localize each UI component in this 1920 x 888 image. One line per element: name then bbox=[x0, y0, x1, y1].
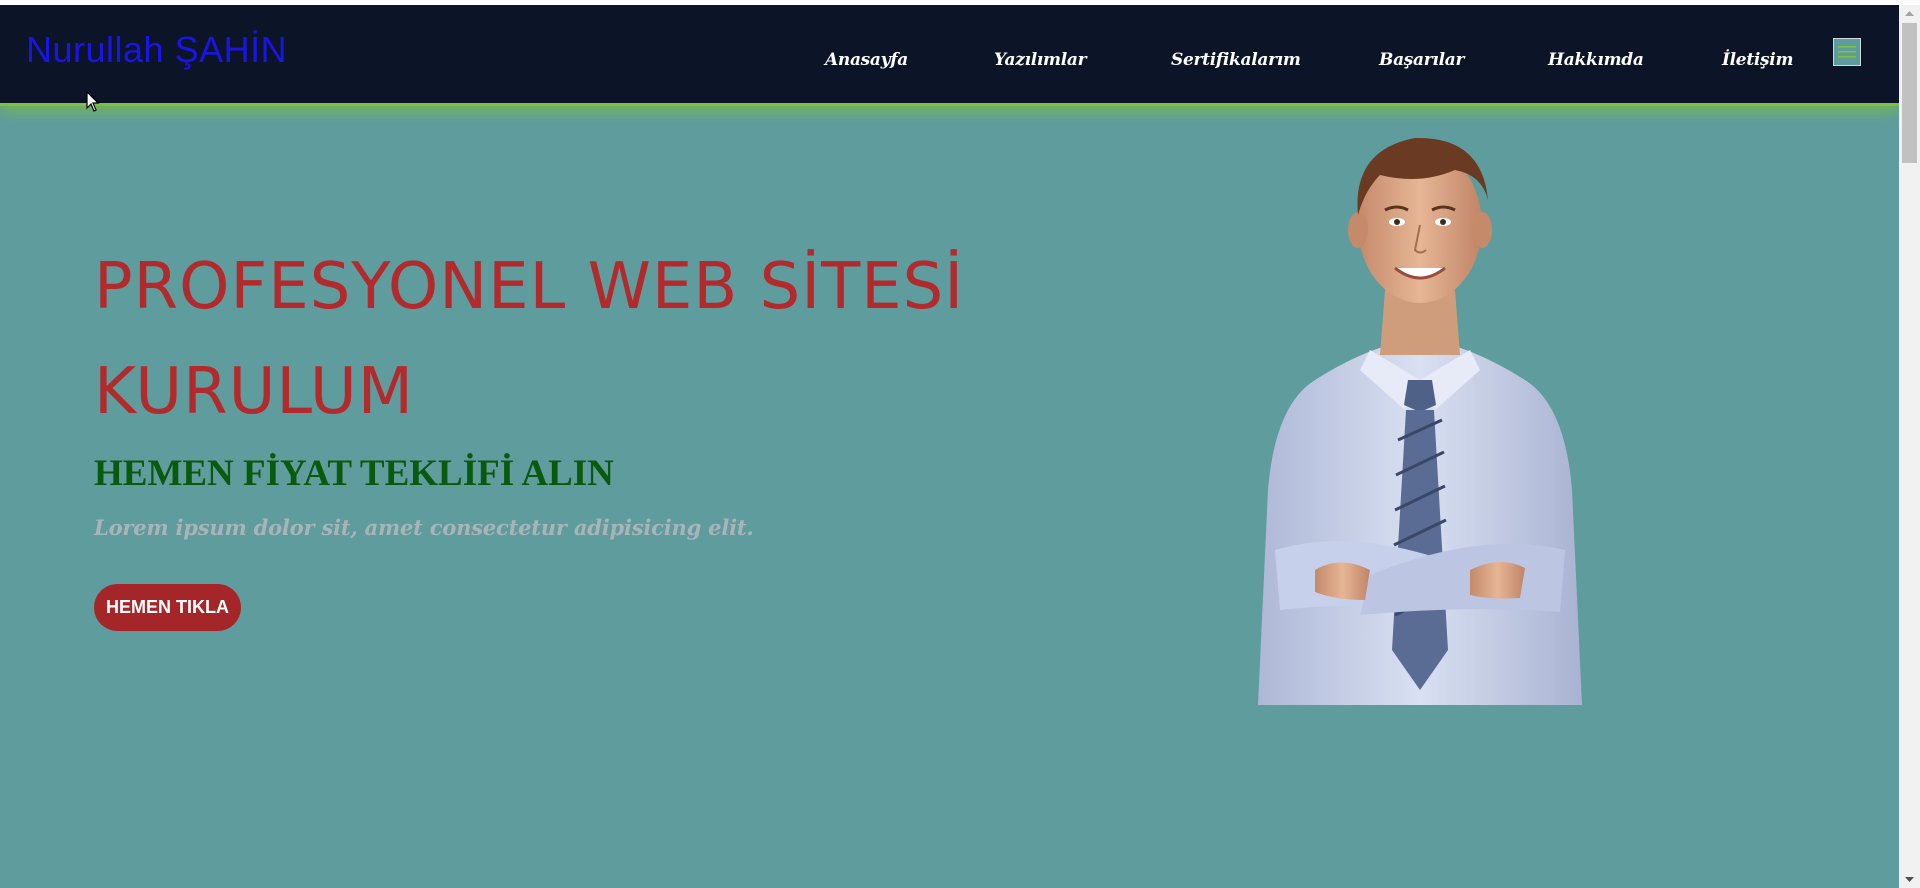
navbar: Nurullah ŞAHİN Anasayfa Yazılımlar Serti… bbox=[0, 5, 1899, 106]
scrollbar[interactable] bbox=[1899, 5, 1920, 888]
site-logo[interactable]: Nurullah ŞAHİN bbox=[26, 32, 287, 68]
hero-subtitle: HEMEN FİYAT TEKLİFİ ALIN bbox=[94, 453, 614, 494]
hero-text: Lorem ipsum dolor sit, amet consectetur … bbox=[94, 515, 754, 540]
nav-link-yazilimlar[interactable]: Yazılımlar bbox=[994, 50, 1087, 70]
scroll-down-icon[interactable] bbox=[1899, 871, 1920, 888]
cta-button[interactable]: HEMEN TIKLA bbox=[94, 584, 241, 631]
nav-link-iletisim[interactable]: İletişim bbox=[1722, 50, 1793, 70]
page: Nurullah ŞAHİN Anasayfa Yazılımlar Serti… bbox=[0, 5, 1899, 888]
nav-link-hakkimda[interactable]: Hakkımda bbox=[1548, 50, 1644, 70]
businessman-image bbox=[1258, 137, 1582, 705]
hamburger-menu-icon bbox=[1838, 46, 1856, 58]
scrollbar-thumb[interactable] bbox=[1902, 23, 1917, 163]
nav-link-sertifikalarim[interactable]: Sertifikalarım bbox=[1171, 50, 1301, 70]
hero-title: PROFESYONEL WEB SİTESİ KURULUM bbox=[94, 250, 965, 429]
menu-toggle-button[interactable] bbox=[1833, 38, 1861, 66]
nav-link-basarilar[interactable]: Başarılar bbox=[1379, 50, 1464, 70]
nav-link-anasayfa[interactable]: Anasayfa bbox=[825, 50, 908, 70]
mouse-cursor-icon bbox=[86, 91, 100, 112]
scroll-up-icon[interactable] bbox=[1899, 5, 1920, 22]
